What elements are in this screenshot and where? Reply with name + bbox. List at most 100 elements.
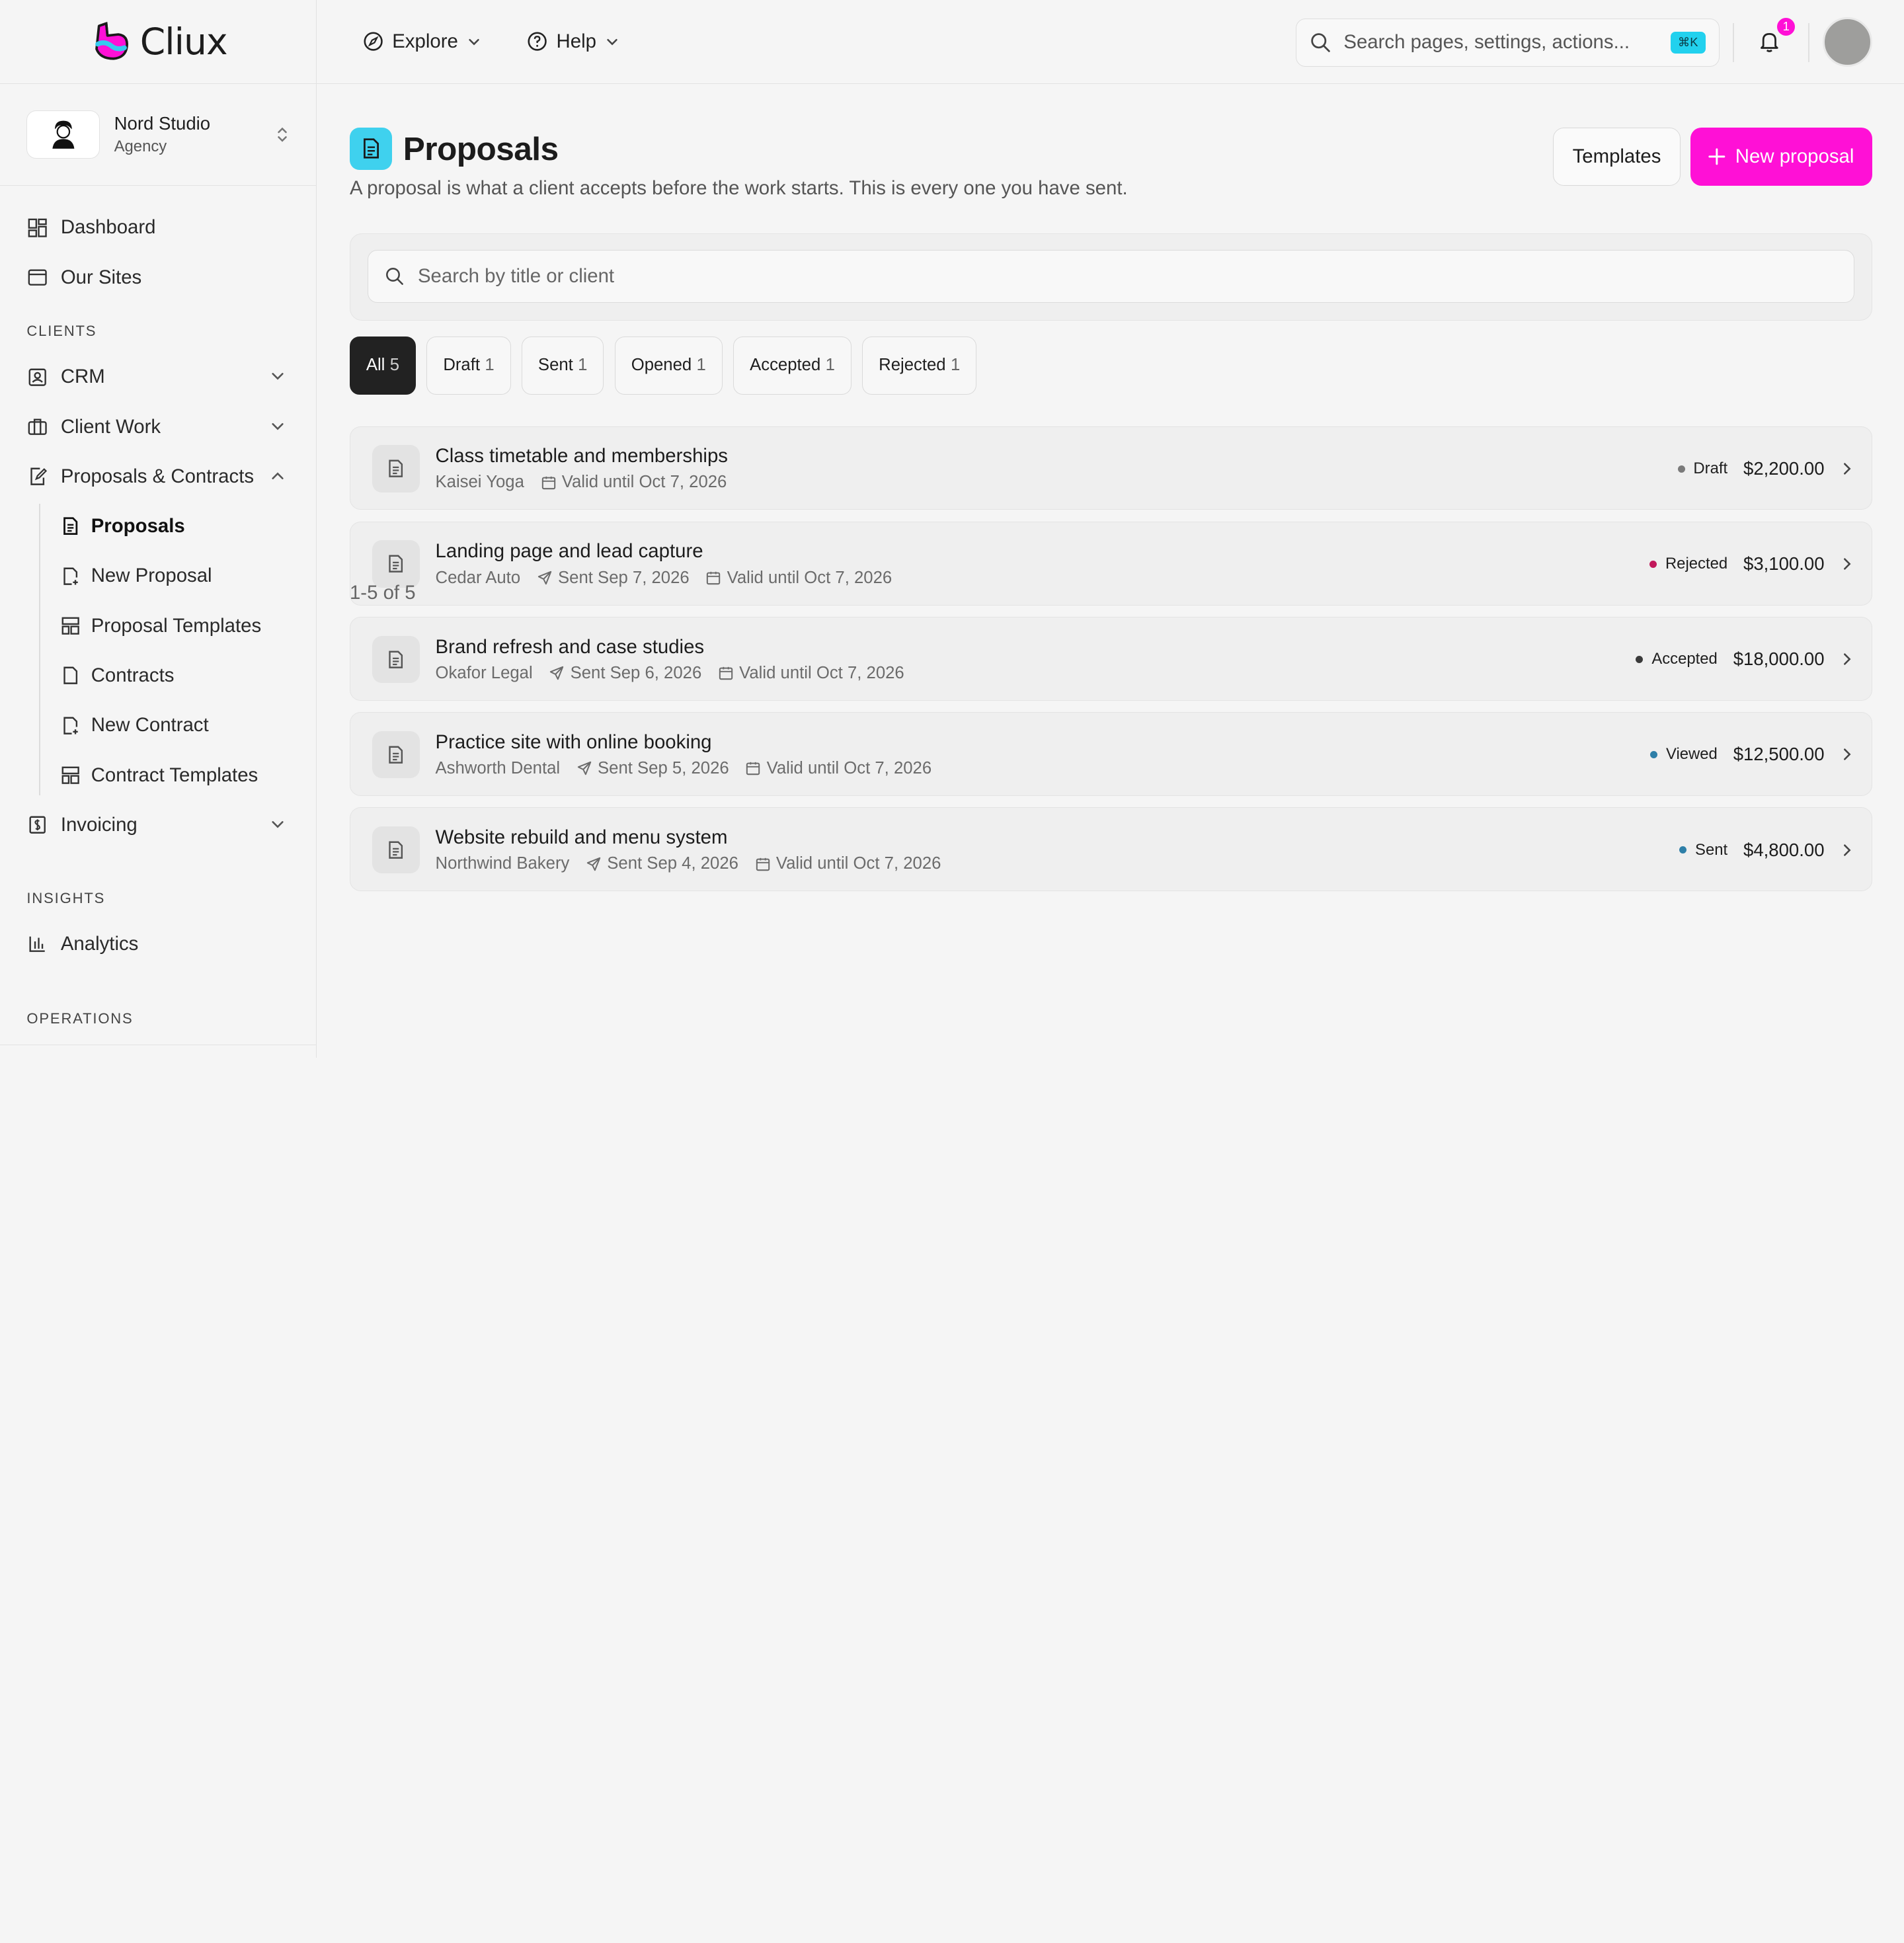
sidebar-item-contract-templates[interactable]: Contract Templates (0, 750, 316, 800)
calendar-icon (541, 476, 555, 490)
new-proposal-label: New proposal (1735, 145, 1854, 167)
proposals-contracts-submenu: Proposals New Proposal Proposal Template… (0, 501, 316, 800)
filter-count: 1 (578, 356, 588, 375)
proposal-client: Okafor Legal (435, 663, 533, 682)
chevron-down-icon (468, 38, 479, 46)
filter-tab-opened[interactable]: Opened 1 (614, 336, 723, 395)
sent-date: Sent Sep 5, 2026 (577, 759, 729, 778)
proposal-meta: Northwind Bakery Sent Sep 4, 2026 Valid … (436, 854, 941, 873)
sidebar-sub-label: Contracts (91, 664, 175, 686)
status-badge: Draft (1677, 459, 1727, 478)
status-dot (1649, 560, 1657, 568)
send-icon (537, 571, 552, 585)
proposal-amount: $2,200.00 (1743, 458, 1825, 479)
proposal-row[interactable]: Class timetable and memberships Kaisei Y… (349, 426, 1873, 510)
help-menu[interactable]: Help (527, 30, 619, 53)
valid-until: Valid until Oct 7, 2026 (541, 473, 727, 492)
sidebar-item-proposals[interactable]: Proposals (0, 501, 316, 551)
filter-label: Accepted (750, 356, 821, 375)
sidebar-item-new-contract[interactable]: New Contract (0, 701, 316, 750)
sent-date: Sent Sep 6, 2026 (549, 664, 701, 683)
document-icon (372, 635, 420, 684)
templates-button[interactable]: Templates (1553, 127, 1681, 186)
logo-text: Cliux (139, 20, 228, 63)
proposal-search-placeholder: Search by title or client (417, 264, 615, 287)
filter-label: Rejected (879, 356, 946, 375)
notification-badge: 1 (1775, 15, 1798, 38)
browser-window-icon (26, 266, 48, 288)
pagination-summary: 1-5 of 5 (349, 581, 416, 604)
sidebar-item-label: Dashboard (60, 216, 156, 239)
document-icon (372, 445, 420, 493)
template-icon (61, 766, 79, 784)
chevron-right-icon (1844, 558, 1851, 570)
sidebar-item-proposals-contracts[interactable]: Proposals & Contracts (0, 452, 316, 501)
search-icon (1311, 33, 1330, 52)
workspace-switcher[interactable]: Nord Studio Agency (0, 84, 317, 186)
user-avatar[interactable] (1822, 17, 1873, 67)
proposal-row[interactable]: Landing page and lead capture Cedar Auto… (349, 521, 1873, 606)
sidebar-item-client-work[interactable]: Client Work (0, 402, 316, 452)
sidebar-divider (0, 1044, 317, 1046)
filter-tab-sent[interactable]: Sent 1 (522, 336, 604, 395)
chevron-down-icon (271, 373, 284, 380)
sidebar-item-proposal-templates[interactable]: Proposal Templates (0, 601, 316, 651)
filter-tab-rejected[interactable]: Rejected 1 (862, 336, 977, 395)
sidebar-item-our-sites[interactable]: Our Sites (0, 253, 316, 302)
document-icon (349, 127, 393, 171)
proposal-search-input[interactable]: Search by title or client (367, 249, 1855, 303)
app-root: Cliux Nord Studio Agency Dashboard Our S… (0, 0, 1904, 1058)
global-search-input[interactable]: Search pages, settings, actions... ⌘K (1295, 18, 1720, 67)
search-panel: Search by title or client (349, 233, 1873, 321)
plus-icon (1708, 148, 1726, 165)
sidebar-item-new-proposal[interactable]: New Proposal (0, 551, 316, 601)
sidebar-item-analytics[interactable]: Analytics (0, 919, 316, 969)
proposal-title: Class timetable and memberships (435, 445, 728, 467)
document-icon (63, 517, 78, 535)
filter-tab-all[interactable]: All 5 (349, 336, 416, 395)
proposal-client: Kaisei Yoga (435, 473, 524, 492)
filter-tab-accepted[interactable]: Accepted 1 (733, 336, 852, 395)
contract-icon (63, 666, 77, 685)
proposal-client: Ashworth Dental (435, 758, 561, 777)
logo-icon (95, 21, 128, 60)
proposal-meta: Okafor Legal Sent Sep 6, 2026 Valid unti… (436, 664, 904, 683)
document-icon (372, 540, 420, 588)
proposal-amount: $18,000.00 (1733, 649, 1825, 670)
sent-date-text: Sent Sep 7, 2026 (558, 568, 690, 587)
chevron-up-icon (271, 472, 284, 479)
chevron-right-icon (1844, 463, 1851, 475)
valid-until: Valid until Oct 7, 2026 (706, 569, 892, 588)
new-proposal-button[interactable]: New proposal (1690, 127, 1873, 186)
explore-menu[interactable]: Explore (363, 30, 481, 53)
proposal-row[interactable]: Brand refresh and case studies Okafor Le… (349, 616, 1873, 701)
filter-tab-draft[interactable]: Draft 1 (426, 336, 511, 395)
chevron-down-icon (271, 820, 284, 828)
topbar-divider (1807, 22, 1809, 62)
topbar-divider (1732, 22, 1734, 62)
sidebar-item-contracts[interactable]: Contracts (0, 651, 316, 700)
main-area: Explore Help Search pages, settings, act… (317, 0, 1904, 1058)
sidebar-item-crm[interactable]: CRM (0, 352, 316, 402)
filter-count: 1 (950, 356, 961, 375)
sidebar-sub-label: Proposal Templates (91, 614, 262, 637)
chevron-up-down-icon (278, 127, 287, 142)
sent-date: Sent Sep 4, 2026 (586, 854, 738, 873)
sidebar-item-dashboard[interactable]: Dashboard (0, 203, 316, 253)
sidebar-item-label: Invoicing (60, 813, 138, 836)
filter-count: 1 (825, 356, 835, 375)
sidebar-nav: Dashboard Our Sites CLIENTS CRM Client W… (0, 186, 316, 1031)
status-text: Viewed (1665, 745, 1718, 764)
sidebar-sub-label: New Contract (91, 714, 209, 736)
status-text: Sent (1695, 840, 1728, 859)
logo[interactable]: Cliux (0, 0, 317, 84)
sidebar-item-label: Analytics (60, 932, 139, 955)
sidebar-item-invoicing[interactable]: Invoicing (0, 800, 316, 850)
status-dot (1650, 750, 1658, 758)
valid-until: Valid until Oct 7, 2026 (719, 664, 904, 683)
proposal-client: Northwind Bakery (435, 854, 570, 873)
proposal-row[interactable]: Practice site with online booking Ashwor… (349, 712, 1873, 796)
proposal-row[interactable]: Website rebuild and menu system Northwin… (349, 807, 1873, 891)
document-icon (372, 731, 420, 779)
section-operations: OPERATIONS (26, 1010, 134, 1027)
